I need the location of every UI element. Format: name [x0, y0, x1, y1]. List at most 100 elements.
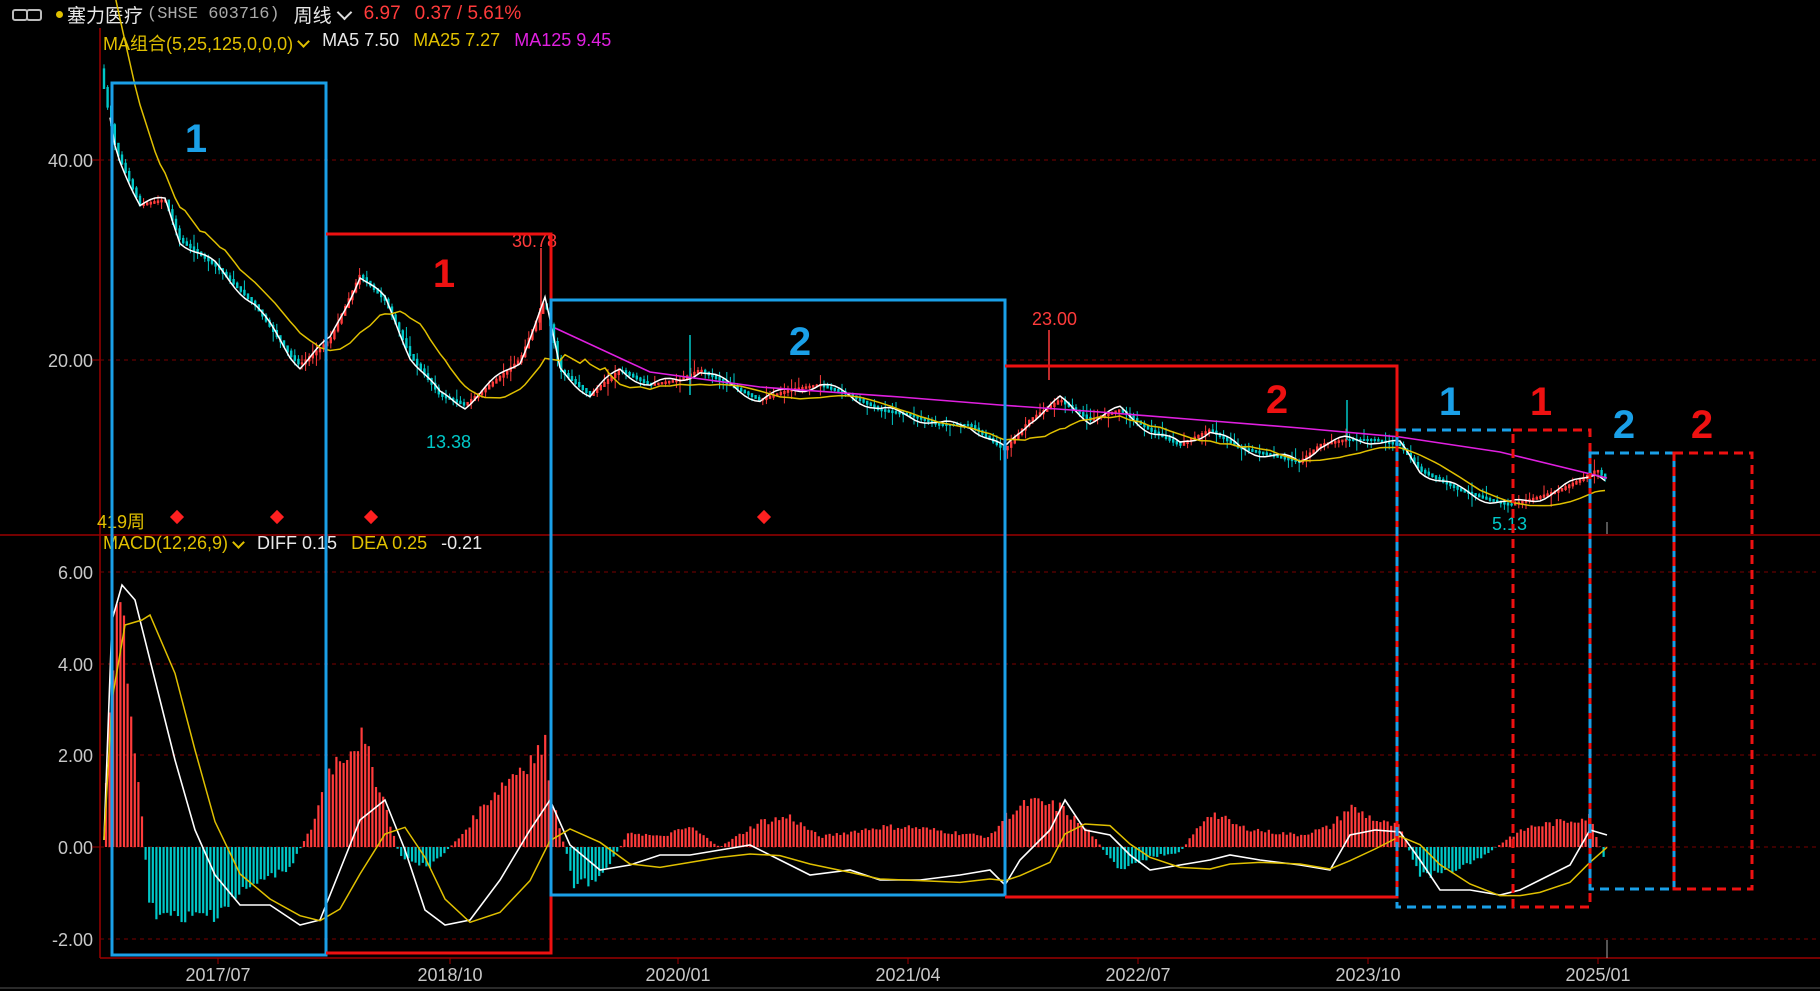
candle-body: [160, 199, 163, 203]
macd-bar: [1591, 823, 1594, 847]
macd-bar: [1516, 832, 1519, 847]
candle-body: [124, 162, 127, 173]
macd-bar: [850, 831, 853, 847]
macd-bar: [378, 792, 381, 847]
macd-bar: [1282, 832, 1285, 847]
macd-bar: [961, 834, 964, 847]
candle-body: [1571, 482, 1574, 487]
macd-bar: [803, 826, 806, 847]
candle-body: [664, 381, 667, 384]
candle-body: [1434, 475, 1438, 479]
macd-bar: [212, 847, 216, 922]
macd-bar: [835, 833, 838, 847]
macd-bar: [896, 827, 900, 847]
macd-bar: [1584, 820, 1587, 847]
macd-bar: [245, 847, 248, 889]
macd-bar: [1163, 847, 1166, 856]
low-price-label: 13.38: [426, 432, 471, 452]
low-price-label: 5.13: [1492, 514, 1527, 534]
macd-bar: [443, 847, 446, 854]
macd-bar: [234, 847, 237, 899]
macd-bar: [1202, 821, 1206, 847]
macd-bar: [536, 745, 540, 847]
macd-bar: [1379, 822, 1382, 847]
y-tick-20: 20.00: [48, 351, 93, 371]
macd-bar: [508, 778, 511, 847]
macd-bar: [436, 847, 439, 859]
candle-body: [1427, 471, 1430, 476]
macd-bar: [1321, 827, 1324, 847]
macd-bar: [767, 824, 770, 847]
macd-bar: [886, 826, 889, 847]
candle-body: [606, 379, 610, 384]
candle-body: [1575, 480, 1578, 485]
candle-body: [1182, 442, 1186, 446]
macd-bar: [788, 814, 792, 847]
blue-box-2: [549, 298, 1007, 897]
macd-bar: [500, 782, 504, 847]
macd-bar: [1022, 800, 1026, 847]
macd-bar: [1314, 829, 1317, 847]
macd-bar: [1156, 847, 1159, 857]
macd-bar: [155, 847, 158, 920]
macd-bar: [533, 763, 536, 847]
candle-body: [1568, 484, 1571, 489]
candle-body: [632, 373, 635, 378]
candle-body: [570, 376, 574, 381]
y-tick-macd-4: 4.00: [58, 655, 93, 675]
candle-body: [1391, 441, 1394, 445]
x-tick-2018-10: 2018/10: [417, 965, 482, 985]
x-tick-2017-07: 2017/07: [185, 965, 250, 985]
candle-body: [1398, 443, 1402, 446]
candle-body: [1168, 437, 1171, 441]
macd-bar: [198, 847, 201, 914]
macd-bar: [133, 753, 136, 847]
candle-body: [740, 387, 743, 392]
wave-label: 1: [1530, 380, 1552, 424]
macd-bar: [1260, 831, 1263, 847]
macd-bar: [194, 847, 198, 913]
macd-bar: [1570, 821, 1573, 847]
macd-bar: [1012, 814, 1015, 847]
macd-bar: [889, 824, 892, 847]
macd-bar: [1566, 822, 1569, 847]
signal-diamond: [169, 509, 185, 525]
macd-bar: [900, 828, 903, 847]
macd-bar: [785, 818, 788, 847]
y-tick-macd-neg2: -2.00: [52, 930, 93, 950]
candle-body: [830, 386, 833, 390]
macd-bar: [414, 847, 417, 863]
macd-bar: [864, 828, 867, 847]
macd-bar: [396, 847, 399, 849]
macd-bar: [1120, 847, 1123, 869]
macd-bar: [374, 786, 378, 847]
chart-canvas[interactable]: 40.00 20.00 6.00 4.00 2.00 0.00 -2.00 20…: [0, 0, 1820, 991]
macd-bar: [1253, 830, 1256, 847]
macd-bar: [1206, 816, 1209, 847]
macd-bar: [1048, 803, 1051, 847]
macd-bar: [1350, 804, 1353, 847]
candle-body: [1254, 449, 1258, 453]
macd-bar: [824, 834, 828, 847]
candle-body: [290, 350, 293, 358]
macd-bar: [1447, 847, 1450, 869]
signal-diamond: [756, 509, 772, 525]
macd-bar: [968, 833, 972, 847]
macd-bar: [781, 816, 784, 847]
candle-body: [808, 385, 811, 389]
macd-bar: [1310, 832, 1314, 847]
candle-body: [574, 379, 577, 384]
macd-bar: [630, 832, 633, 847]
macd-bar: [709, 841, 712, 847]
candle-body: [1006, 445, 1009, 451]
macd-bar: [637, 833, 640, 847]
candle-body: [826, 385, 829, 389]
candle-body: [1118, 409, 1121, 413]
macd-bar: [688, 827, 691, 847]
macd-bar: [1440, 847, 1443, 874]
macd-bar: [698, 833, 702, 847]
macd-bar: [1501, 842, 1504, 847]
macd-bar: [356, 751, 360, 847]
macd-bar: [1526, 827, 1530, 847]
macd-bar: [817, 836, 820, 847]
